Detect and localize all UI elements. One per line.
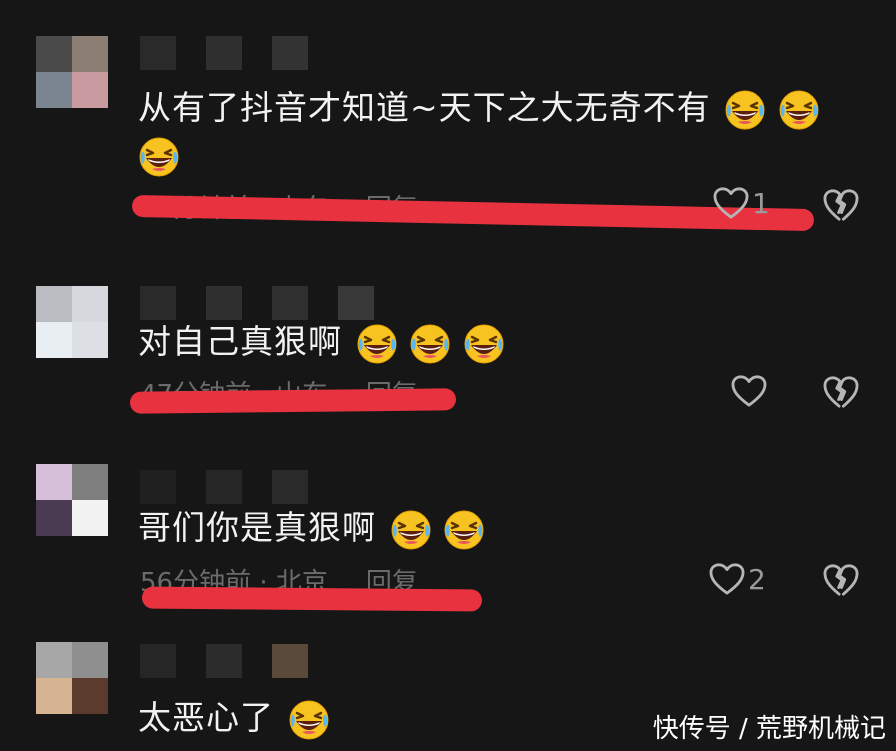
- like-count: 1: [752, 186, 770, 220]
- username-blurred[interactable]: [140, 36, 308, 70]
- avatar[interactable]: [36, 286, 108, 358]
- avatar-cell: [72, 286, 108, 322]
- laughing-emoji-icon: [409, 323, 451, 365]
- username-blurred[interactable]: [140, 470, 308, 504]
- red-underline-annotation: [141, 586, 483, 612]
- avatar[interactable]: [36, 464, 108, 536]
- laughing-emoji-icon: [288, 699, 330, 741]
- avatar-cell: [72, 72, 108, 108]
- avatar-cell: [72, 500, 108, 536]
- laughing-emoji-icon: [443, 509, 485, 551]
- laughing-emoji-icon: [724, 89, 766, 131]
- comment-text: 从有了抖音才知道~天下之大无奇不有: [138, 84, 820, 132]
- username-blurred[interactable]: [140, 286, 374, 320]
- comment-text-continuation: [138, 136, 180, 178]
- red-underline-annotation: [129, 388, 457, 414]
- avatar-cell: [36, 678, 72, 714]
- avatar[interactable]: [36, 36, 108, 108]
- broken-heart-icon[interactable]: [822, 375, 860, 409]
- heart-outline-icon: [708, 562, 746, 596]
- comment-text: 太恶心了: [138, 694, 330, 742]
- broken-heart-icon[interactable]: [822, 188, 860, 222]
- avatar-cell: [72, 678, 108, 714]
- laughing-emoji-icon: [463, 323, 505, 365]
- comment-list: 从有了抖音才知道~天下之大无奇不有 57分钟前 · 山东回复 1 对自己真狠啊: [0, 0, 896, 751]
- avatar[interactable]: [36, 642, 108, 714]
- comment-text: 对自己真狠啊: [138, 318, 505, 366]
- heart-outline-icon: [730, 374, 768, 408]
- like-button[interactable]: 1: [712, 186, 770, 220]
- avatar-cell: [72, 642, 108, 678]
- avatar-cell: [36, 36, 72, 72]
- avatar-cell: [72, 322, 108, 358]
- like-count: 2: [748, 562, 766, 596]
- avatar-cell: [36, 72, 72, 108]
- avatar-cell: [72, 464, 108, 500]
- laughing-emoji-icon: [778, 89, 820, 131]
- avatar-cell: [36, 642, 72, 678]
- avatar-cell: [72, 36, 108, 72]
- avatar-cell: [36, 500, 72, 536]
- watermark: 快传号 / 荒野机械记: [652, 714, 886, 744]
- like-button[interactable]: [730, 374, 770, 408]
- heart-outline-icon: [712, 186, 750, 220]
- comment-text: 哥们你是真狠啊: [138, 504, 485, 552]
- avatar-cell: [36, 464, 72, 500]
- laughing-emoji-icon: [138, 136, 180, 178]
- like-button[interactable]: 2: [708, 562, 766, 596]
- laughing-emoji-icon: [356, 323, 398, 365]
- laughing-emoji-icon: [390, 509, 432, 551]
- avatar-cell: [36, 322, 72, 358]
- broken-heart-icon[interactable]: [822, 563, 860, 597]
- username-blurred[interactable]: [140, 644, 308, 678]
- avatar-cell: [36, 286, 72, 322]
